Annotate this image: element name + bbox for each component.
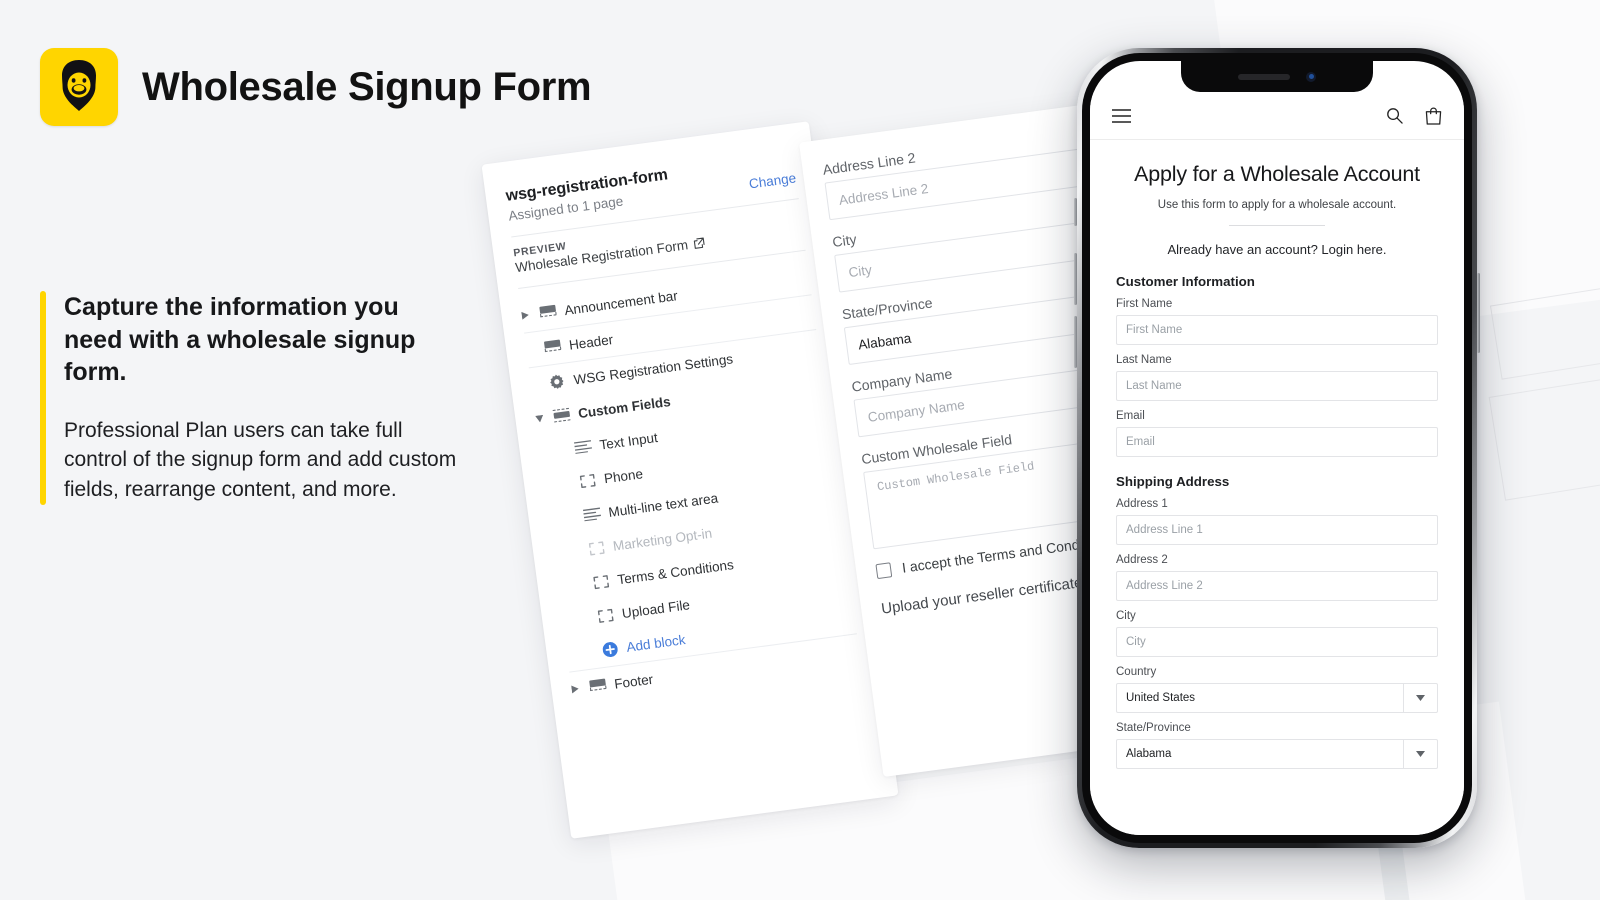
phone-field: First Name First Name (1116, 298, 1438, 345)
phone-section-title: Shipping Address (1116, 474, 1230, 489)
store-page-title: Apply for a Wholesale Account (1134, 162, 1420, 186)
search-icon[interactable] (1386, 107, 1403, 124)
tree-item-label: Custom Fields (577, 393, 672, 421)
block-icon (538, 303, 558, 321)
phone-mockup: Apply for a Wholesale Account Use this f… (1074, 48, 1480, 848)
chevron-down-icon[interactable] (535, 414, 545, 422)
login-link-text[interactable]: Already have an account? Login here. (1116, 242, 1438, 257)
phone-field-label: City (1116, 610, 1136, 622)
phone-volume-down[interactable] (1074, 316, 1077, 368)
phone-screen: Apply for a Wholesale Account Use this f… (1090, 61, 1464, 835)
crop-icon (595, 606, 615, 624)
phone-field: Email Email (1116, 410, 1438, 457)
phone-select-value: Alabama (1126, 748, 1172, 760)
text-lines-icon (573, 438, 593, 456)
marketing-copy: Capture the information you need with a … (40, 291, 460, 505)
front-camera-icon (1306, 71, 1316, 82)
phone-field-select[interactable]: Alabama (1116, 739, 1438, 769)
external-link-icon (693, 237, 705, 249)
phone-field-input[interactable]: Address Line 2 (1116, 571, 1438, 601)
phone-field-label: Country (1116, 666, 1157, 678)
tree-item-label: Header (568, 331, 614, 353)
earpiece-speaker-icon (1238, 73, 1290, 80)
page-header: Wholesale Signup Form (40, 48, 592, 126)
tree-item-label: Footer (613, 671, 654, 692)
hamburger-menu-icon[interactable] (1112, 108, 1131, 123)
page-title: Wholesale Signup Form (142, 64, 592, 109)
chevron-right-icon[interactable] (571, 684, 581, 694)
phone-field-input[interactable]: Last Name (1116, 371, 1438, 401)
phone-field-label: Last Name (1116, 354, 1172, 366)
phone-field-input[interactable]: Email (1116, 427, 1438, 457)
chevron-down-icon[interactable] (1403, 740, 1437, 768)
phone-field-label: State/Province (1116, 722, 1191, 734)
topbar-actions (1386, 107, 1442, 125)
phone-power-button[interactable] (1477, 273, 1480, 353)
tree-item-label: Add block (625, 631, 687, 655)
phone-mute-button[interactable] (1074, 198, 1077, 226)
phone-bezel: Apply for a Wholesale Account Use this f… (1082, 53, 1472, 843)
phone-field: Address 2 Address Line 2 (1116, 554, 1438, 601)
shopping-bag-icon[interactable] (1425, 107, 1442, 125)
phone-field-label: Address 1 (1116, 498, 1168, 510)
change-link[interactable]: Change (748, 170, 797, 191)
block-icon (587, 677, 607, 695)
phone-form-sections: Customer Information First Name First Name… (1116, 274, 1438, 769)
chevron-down-icon[interactable] (1403, 684, 1437, 712)
phone-volume-up[interactable] (1074, 253, 1077, 305)
store-page-subtitle: Use this form to apply for a wholesale a… (1157, 199, 1397, 211)
block-tree: Announcement bar Header WSG Registration S… (520, 261, 874, 707)
bg-outline-card-2 (1488, 374, 1600, 501)
gear-icon (547, 373, 567, 391)
tree-item-label: Marketing Opt-in (612, 525, 713, 554)
crop-icon (577, 471, 597, 489)
gorilla-logo-icon (40, 48, 118, 126)
tree-item-label: Phone (603, 465, 644, 486)
block-dashed-icon (551, 406, 571, 424)
store-divider (1229, 225, 1325, 226)
tree-item-label: Text Input (598, 429, 659, 453)
tree-item-label: Upload File (621, 596, 691, 621)
phone-field: Country United States (1116, 666, 1438, 713)
store-topbar (1090, 92, 1464, 140)
tree-item-label: Multi-line text area (607, 490, 719, 520)
phone-field-input[interactable]: Address Line 1 (1116, 515, 1438, 545)
checkbox-icon[interactable] (875, 561, 893, 579)
phone-field-select[interactable]: United States (1116, 683, 1438, 713)
phone-field-label: Address 2 (1116, 554, 1168, 566)
phone-field: Last Name Last Name (1116, 354, 1438, 401)
phone-select-value: United States (1126, 692, 1196, 704)
phone-field: Address 1 Address Line 1 (1116, 498, 1438, 545)
phone-field-input[interactable]: City (1116, 627, 1438, 657)
copy-body: Professional Plan users can take full co… (64, 418, 457, 502)
crop-icon (586, 539, 606, 557)
crop-icon (591, 573, 611, 591)
slide-canvas: Wholesale Signup Form Capture the inform… (0, 0, 1600, 900)
phone-field: City City (1116, 610, 1438, 657)
store-page-content: Apply for a Wholesale Account Use this f… (1090, 140, 1464, 835)
phone-field-label: Email (1116, 410, 1145, 422)
block-icon (542, 338, 562, 356)
phone-field: State/Province Alabama (1116, 722, 1438, 769)
phone-field-input[interactable]: First Name (1116, 315, 1438, 345)
chevron-right-icon[interactable] (521, 311, 531, 320)
tree-item-label: Announcement bar (563, 287, 679, 318)
phone-notch (1181, 61, 1373, 92)
text-lines-icon (582, 505, 602, 523)
add-circle-icon (600, 640, 620, 658)
phone-section-title: Customer Information (1116, 274, 1255, 289)
copy-heading: Capture the information you need with a … (64, 293, 416, 386)
phone-field-label: First Name (1116, 298, 1173, 310)
